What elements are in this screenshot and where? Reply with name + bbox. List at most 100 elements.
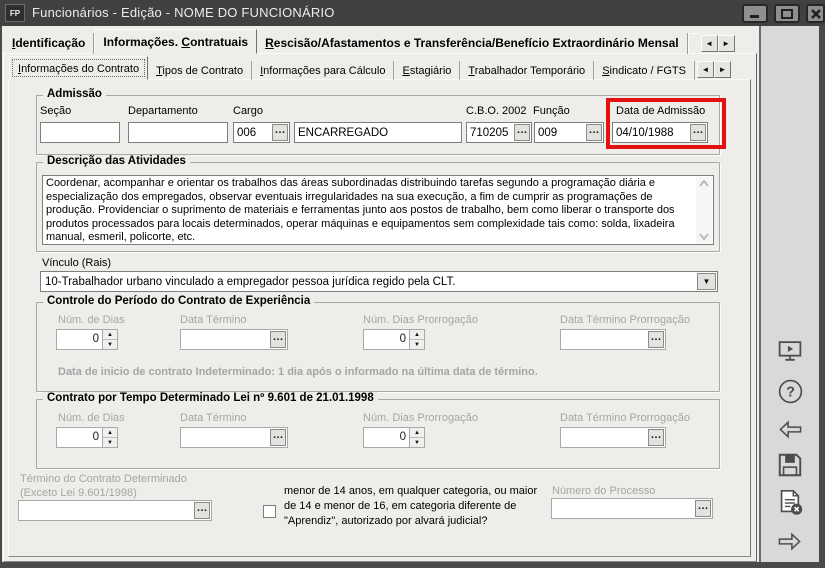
exp-data-termino-input[interactable] <box>181 330 269 349</box>
group-lei9601-title: Contrato por Tempo Determinado Lei nº 9.… <box>43 392 378 404</box>
close-icon <box>810 8 821 19</box>
next-record-icon <box>778 532 801 550</box>
data-admissao-label: Data de Admissão <box>616 105 706 117</box>
spin-down-button[interactable]: ▼ <box>410 438 424 447</box>
exp-data-termino-browse-button[interactable]: … <box>270 331 286 348</box>
save-button[interactable] <box>775 450 805 480</box>
termino-contrato-browse-button[interactable]: … <box>194 502 210 519</box>
group-admissao-title: Admissão <box>43 88 106 100</box>
lei-num-dias-value[interactable]: 0 <box>57 428 102 447</box>
descricao-textarea[interactable]: Coordenar, acompanhar e orientar os trab… <box>42 175 714 245</box>
menor-idade-checkbox-label: menor de 14 anos, em qualquer categoria,… <box>284 485 538 527</box>
lei-data-termino-field: … <box>180 427 288 448</box>
lei-data-termino-browse-button[interactable]: … <box>270 429 286 446</box>
vinculo-dropdown-button[interactable]: ▼ <box>697 273 716 290</box>
tab-tipos-de-contrato[interactable]: Tipos de Contrato <box>148 61 253 80</box>
funcao-input[interactable] <box>535 123 585 142</box>
vinculo-value: 10-Trabalhador urbano vinculado a empreg… <box>45 275 456 288</box>
minimize-icon <box>750 15 759 18</box>
ellipsis-icon: … <box>272 331 284 343</box>
scroll-down-chevron-icon[interactable] <box>699 233 709 240</box>
descricao-text: Coordenar, acompanhar e orientar os trab… <box>46 177 678 243</box>
data-admissao-field: … <box>612 122 708 143</box>
lei-data-termino-label: Data Término <box>180 412 247 424</box>
help-button[interactable]: ? <box>775 376 805 406</box>
vinculo-combobox[interactable]: 10-Trabalhador urbano vinculado a empreg… <box>40 271 718 292</box>
menor-idade-checkbox[interactable] <box>263 505 276 518</box>
window-border-left <box>0 26 2 568</box>
tab-sindicato-fgts[interactable]: Sindicato / FGTS <box>594 61 695 80</box>
cargo-codigo-field: … <box>233 122 290 143</box>
toolbar-strip <box>759 26 819 562</box>
partial-tab[interactable] <box>687 33 699 54</box>
spin-up-button[interactable]: ▲ <box>103 330 117 340</box>
exp-data-termino-prorrogacao-input[interactable] <box>561 330 647 349</box>
delete-record-button[interactable] <box>775 487 805 517</box>
tab-scroller-sub: ◄ ► <box>696 61 731 78</box>
cbo-field: … <box>466 122 532 143</box>
exp-num-dias-prorrogacao-value[interactable]: 0 <box>364 330 409 349</box>
window-border-right <box>819 26 825 568</box>
tab-informac-o-es-do-contrato[interactable]: Informações do Contrato <box>9 56 149 80</box>
tab-informac-o-es-para-ca-lculo[interactable]: Informações para Cálculo <box>252 61 395 80</box>
tab-scroll-right-button[interactable]: ► <box>717 35 735 52</box>
maximize-button[interactable] <box>774 4 800 23</box>
tab-scroll-left-button[interactable]: ◄ <box>700 35 718 52</box>
ellipsis-icon: … <box>272 429 284 441</box>
spin-down-button[interactable]: ▼ <box>103 340 117 349</box>
tab-scroll-right-button[interactable]: ► <box>713 61 731 78</box>
funcao-browse-button[interactable]: … <box>586 124 602 141</box>
exp-num-dias-spinner: 0 ▲ ▼ <box>56 329 118 350</box>
cargo-codigo-input[interactable] <box>234 123 271 142</box>
cbo-input[interactable] <box>467 123 513 142</box>
numero-processo-input[interactable] <box>552 499 694 518</box>
data-admissao-browse-button[interactable]: … <box>690 124 706 141</box>
numero-processo-field: … <box>551 498 713 519</box>
descricao-scrollbar[interactable] <box>696 177 712 243</box>
cargo-nome-field <box>294 122 462 143</box>
secao-label: Seção <box>40 105 72 117</box>
spin-up-icon: ▲ <box>414 429 420 436</box>
monitor-play-button[interactable] <box>775 336 805 366</box>
tab-strip-main: Identificação Informações. Contratuais Res… <box>4 29 688 54</box>
data-admissao-input[interactable] <box>613 123 689 142</box>
minimize-button[interactable] <box>742 4 768 23</box>
experiencia-note: Data de inicio de contrato Indeterminado… <box>58 366 538 378</box>
termino-contrato-input[interactable] <box>19 501 193 520</box>
secao-input[interactable] <box>41 123 119 142</box>
tab-scroll-left-button[interactable]: ◄ <box>696 61 714 78</box>
tab-rescisa-o-afastamentos-e-transfere-ncia-[interactable]: Rescisão/Afastamentos e Transferência/Be… <box>257 33 688 54</box>
cargo-nome-input[interactable] <box>295 123 461 142</box>
lei-num-dias-prorrogacao-value[interactable]: 0 <box>364 428 409 447</box>
tab-identificac-a-o[interactable]: Identificação <box>4 33 95 54</box>
close-button[interactable] <box>806 4 825 23</box>
arrow-right-icon: ► <box>718 65 727 74</box>
lei-data-termino-input[interactable] <box>181 428 269 447</box>
tab-informac-o-es-contratuais[interactable]: Informações. Contratuais <box>94 29 258 54</box>
lei-num-dias-prorrogacao-label: Núm. Dias Prorrogação <box>363 412 478 424</box>
tab-trabalhador-tempora-rio[interactable]: Trabalhador Temporário <box>460 61 595 80</box>
spin-up-button[interactable]: ▲ <box>103 428 117 438</box>
spin-up-button[interactable]: ▲ <box>410 428 424 438</box>
spin-down-button[interactable]: ▼ <box>103 438 117 447</box>
lei-data-termino-prorrogacao-input[interactable] <box>561 428 647 447</box>
termino-contrato-label-line2: (Exceto Lei 9.601/1998) <box>20 487 137 499</box>
previous-record-button[interactable] <box>775 414 805 444</box>
group-experiencia-title: Controle do Período do Contrato de Exper… <box>43 295 315 307</box>
tab-estagia-rio[interactable]: Estagiário <box>394 61 461 80</box>
ellipsis-icon: … <box>692 124 704 136</box>
spin-up-button[interactable]: ▲ <box>410 330 424 340</box>
lei-data-termino-prorrogacao-browse-button[interactable]: … <box>648 429 664 446</box>
spin-down-button[interactable]: ▼ <box>410 340 424 349</box>
spin-up-icon: ▲ <box>107 331 113 338</box>
numero-processo-browse-button[interactable]: … <box>695 500 711 517</box>
termino-contrato-label-line1: Término do Contrato Determinado <box>20 473 187 485</box>
exp-num-dias-value[interactable]: 0 <box>57 330 102 349</box>
exp-data-termino-field: … <box>180 329 288 350</box>
exp-data-termino-prorrogacao-browse-button[interactable]: … <box>648 331 664 348</box>
departamento-input[interactable] <box>129 123 227 142</box>
cargo-browse-button[interactable]: … <box>272 124 288 141</box>
next-record-button[interactable] <box>775 526 805 556</box>
cbo-browse-button[interactable]: … <box>514 124 530 141</box>
scroll-up-chevron-icon[interactable] <box>699 180 709 187</box>
